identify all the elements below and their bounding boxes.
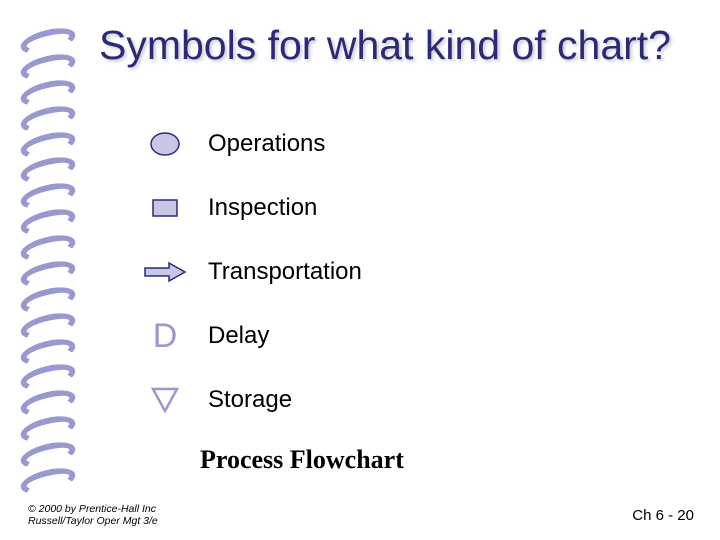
copyright-line2: Russell/Taylor Oper Mgt 3/e	[28, 515, 158, 528]
list-item: Storage	[130, 381, 590, 419]
symbol-list: Operations Inspection Transportation D D…	[130, 125, 590, 445]
answer-text: Process Flowchart	[200, 445, 404, 475]
triangle-icon	[130, 385, 200, 415]
item-label: Operations	[208, 130, 325, 158]
list-item: D Delay	[130, 317, 590, 355]
item-label: Delay	[208, 322, 269, 350]
item-label: Inspection	[208, 194, 317, 222]
d-glyph: D	[153, 317, 178, 356]
list-item: Transportation	[130, 253, 590, 291]
page-number: Ch 6 - 20	[632, 507, 694, 524]
list-item: Inspection	[130, 189, 590, 227]
copyright-line1: © 2000 by Prentice-Hall Inc	[28, 503, 158, 516]
item-label: Transportation	[208, 258, 362, 286]
spiral-binding	[28, 30, 70, 490]
copyright: © 2000 by Prentice-Hall Inc Russell/Tayl…	[28, 503, 158, 528]
square-icon	[130, 195, 200, 221]
list-item: Operations	[130, 125, 590, 163]
slide-title: Symbols for what kind of chart?	[70, 22, 700, 69]
circle-icon	[130, 131, 200, 157]
delay-icon: D	[130, 317, 200, 356]
arrow-icon	[130, 258, 200, 286]
item-label: Storage	[208, 386, 292, 414]
